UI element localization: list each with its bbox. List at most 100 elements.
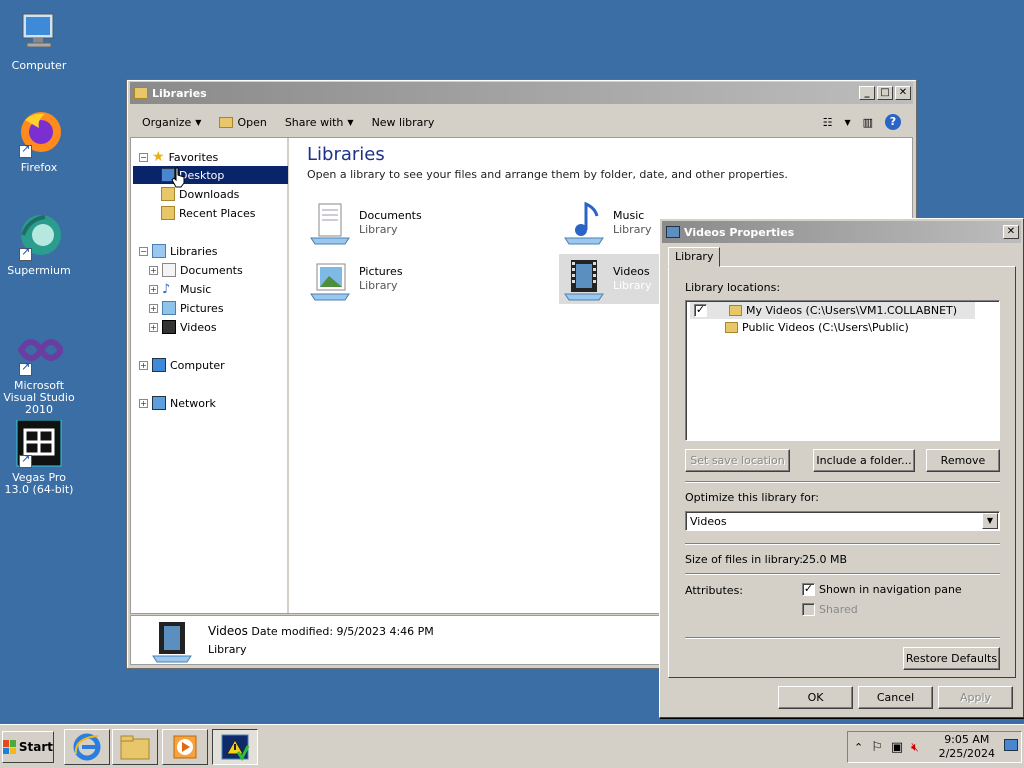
nav-pictures[interactable]: + Pictures xyxy=(149,299,224,317)
desktop-icon-firefox[interactable]: Firefox xyxy=(0,110,78,174)
restore-defaults-button[interactable]: Restore Defaults xyxy=(903,647,1000,670)
library-locations-list[interactable]: ✓ My Videos (C:\Users\VM1.COLLABNET) Pub… xyxy=(685,300,1000,441)
pictures-icon xyxy=(162,301,176,315)
library-music[interactable]: Music Library xyxy=(561,198,651,248)
expand-icon[interactable]: + xyxy=(139,360,148,370)
collapse-icon[interactable]: − xyxy=(139,246,148,256)
cancel-button[interactable]: Cancel xyxy=(858,686,933,709)
open-button[interactable]: Open xyxy=(219,116,267,129)
nav-videos[interactable]: + Videos xyxy=(149,318,217,336)
remove-button[interactable]: Remove xyxy=(926,449,1000,472)
desktop-icon-supermium[interactable]: Supermium xyxy=(0,213,78,277)
start-button[interactable]: Start xyxy=(2,731,54,763)
nav-recent-places[interactable]: Recent Places xyxy=(161,204,256,222)
details-modified-label: Date modified: xyxy=(251,625,334,638)
clock-time: 9:05 AM xyxy=(944,733,990,746)
details-name: Videos xyxy=(208,624,248,638)
preview-pane-icon[interactable]: ▥ xyxy=(863,116,873,129)
folder-icon xyxy=(729,305,742,316)
minimize-button[interactable]: _ xyxy=(859,86,875,100)
show-desktop-button[interactable] xyxy=(1004,739,1018,751)
share-with-button[interactable]: Share with ▼ xyxy=(285,116,354,129)
pictures-library-icon xyxy=(310,263,350,301)
expand-icon[interactable]: + xyxy=(149,322,158,332)
libraries-icon xyxy=(152,244,166,258)
nav-desktop[interactable]: Desktop xyxy=(133,166,288,184)
expand-icon[interactable]: + xyxy=(139,398,148,408)
network-icon[interactable]: ▣ xyxy=(891,740,903,755)
shown-in-nav-checkbox[interactable]: ✓ xyxy=(802,583,815,596)
maximize-button[interactable]: □ xyxy=(877,86,893,100)
shown-in-nav-checkbox-row[interactable]: ✓ Shown in navigation pane xyxy=(802,583,962,596)
taskbar-internet-explorer[interactable] xyxy=(64,729,110,765)
nav-computer[interactable]: + Computer xyxy=(139,356,225,374)
details-kind: Library xyxy=(208,643,247,656)
nav-libraries[interactable]: − Libraries xyxy=(139,242,218,260)
nav-label: Recent Places xyxy=(179,206,256,220)
location-checkbox[interactable]: ✓ xyxy=(694,304,707,317)
volume-muted-icon[interactable]: 🔇︎ xyxy=(911,740,919,755)
view-options-chevron-icon[interactable]: ▼ xyxy=(844,118,850,127)
nav-favorites[interactable]: − ★ Favorites xyxy=(139,148,218,166)
taskbar-libraries-window[interactable] xyxy=(212,729,258,765)
new-library-label: New library xyxy=(371,115,435,129)
apply-button[interactable]: Apply xyxy=(938,686,1013,709)
folder-icon xyxy=(725,322,738,333)
tab-library[interactable]: Library xyxy=(668,247,721,267)
videos-icon xyxy=(162,320,176,334)
open-folder-icon xyxy=(219,116,234,128)
page-subtitle: Open a library to see your files and arr… xyxy=(307,168,788,181)
show-hidden-icons-chevron-icon[interactable]: ⌃ xyxy=(854,741,863,754)
ok-button[interactable]: OK xyxy=(778,686,853,709)
expand-icon[interactable]: + xyxy=(149,284,158,294)
expand-icon[interactable]: + xyxy=(149,303,158,313)
computer-icon xyxy=(15,8,63,56)
library-kind: Library xyxy=(359,279,398,292)
library-pictures[interactable]: Pictures Library xyxy=(307,254,403,304)
nav-documents[interactable]: + Documents xyxy=(149,261,243,279)
flag-icon[interactable]: ⚐ xyxy=(871,740,883,755)
nav-label: Libraries xyxy=(170,244,218,258)
chevron-down-icon[interactable]: ▼ xyxy=(982,513,998,529)
organize-button[interactable]: Organize ▼ xyxy=(142,116,201,129)
nav-label: Videos xyxy=(180,320,217,334)
nav-label: Documents xyxy=(180,263,243,277)
action-center-icon xyxy=(221,734,250,761)
desktop-icon-vegas[interactable]: Vegas Pro 13.0 (64-bit) xyxy=(0,419,78,496)
chevron-down-icon: ▼ xyxy=(195,117,202,127)
help-icon[interactable]: ? xyxy=(885,114,901,130)
desktop-icon-computer[interactable]: Computer xyxy=(0,8,78,72)
star-icon: ★ xyxy=(152,149,165,165)
desktop-icon-label: Computer xyxy=(11,59,67,72)
library-name: Music xyxy=(613,209,645,222)
documents-library-icon xyxy=(310,203,350,245)
taskbar-windows-explorer[interactable] xyxy=(112,729,158,765)
list-item[interactable]: ✓ My Videos (C:\Users\VM1.COLLABNET) xyxy=(690,302,975,319)
desktop-icon-visual-studio[interactable]: Microsoft Visual Studio 2010 xyxy=(0,328,78,416)
set-save-location-button[interactable]: Set save location xyxy=(685,449,790,472)
include-folder-button[interactable]: Include a folder... xyxy=(813,449,915,472)
clock[interactable]: 9:05 AM 2/25/2024 xyxy=(939,733,995,761)
window-titlebar[interactable]: Libraries _ □ ✕ xyxy=(130,82,913,104)
system-tray: ⌃ ⚐ ▣ 🔇︎ 9:05 AM 2/25/2024 xyxy=(847,731,1022,763)
media-player-icon xyxy=(173,735,197,759)
dialog-titlebar[interactable]: Videos Properties ✕ xyxy=(662,221,1021,243)
list-item[interactable]: Public Videos (C:\Users\Public) xyxy=(725,319,909,336)
nav-network[interactable]: + Network xyxy=(139,394,216,412)
dialog-close-button[interactable]: ✕ xyxy=(1003,225,1019,239)
library-videos[interactable]: Videos Library xyxy=(559,254,669,304)
expand-icon[interactable]: + xyxy=(149,265,158,275)
collapse-icon[interactable]: − xyxy=(139,152,148,162)
nav-label: Pictures xyxy=(180,301,224,315)
library-documents[interactable]: Documents Library xyxy=(307,198,422,248)
divider xyxy=(685,637,1000,639)
close-button[interactable]: ✕ xyxy=(895,86,911,100)
divider xyxy=(685,573,1000,575)
change-view-icon[interactable]: ☷ xyxy=(823,116,833,129)
share-with-label: Share with xyxy=(284,115,344,129)
mouse-pointer-icon xyxy=(171,167,185,188)
taskbar-media-player[interactable] xyxy=(162,729,208,765)
new-library-button[interactable]: New library xyxy=(372,116,435,129)
optimize-select[interactable]: Videos ▼ xyxy=(685,511,1000,531)
nav-music[interactable]: + ♪ Music xyxy=(149,280,211,298)
